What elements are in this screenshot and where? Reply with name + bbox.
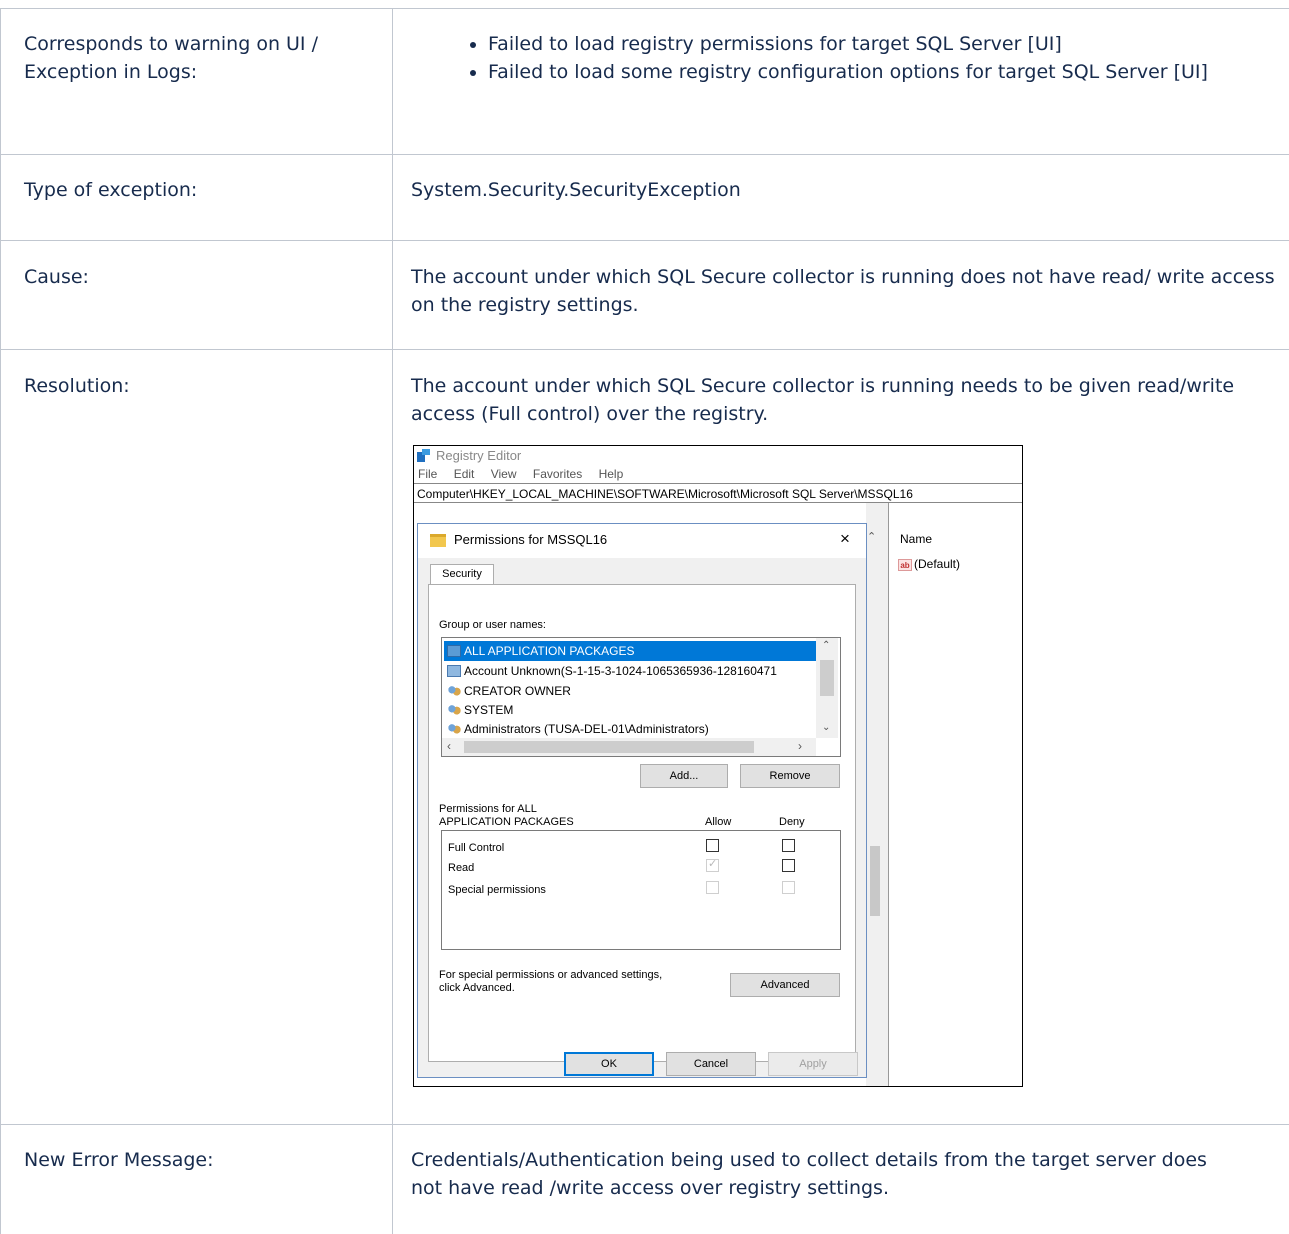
full-control-allow-checkbox[interactable] — [706, 839, 719, 852]
remove-button[interactable]: Remove — [740, 764, 840, 788]
list-item[interactable]: ALL APPLICATION PACKAGES — [444, 641, 816, 661]
list-item: Failed to load some registry configurati… — [488, 58, 1226, 86]
chevron-left-icon[interactable]: ‹ — [447, 739, 451, 753]
folder-icon — [430, 534, 446, 547]
table-column-divider — [392, 8, 393, 1234]
special-allow-checkbox — [706, 881, 719, 894]
group-icon — [447, 704, 461, 716]
menu-item-view[interactable]: View — [491, 467, 517, 481]
menu-item-file[interactable]: File — [418, 467, 437, 481]
table-row-divider — [0, 349, 1289, 350]
permissions-list: Full Control Read Special permissions — [441, 830, 841, 950]
chevron-down-icon[interactable]: ⌄ — [822, 722, 830, 733]
table-row-divider — [0, 8, 1289, 9]
tree-scrollbar-thumb[interactable] — [870, 846, 880, 916]
user-list[interactable]: ALL APPLICATION PACKAGES Account Unknown… — [441, 637, 841, 757]
permission-special: Special permissions — [448, 884, 546, 896]
menu-item-help[interactable]: Help — [599, 467, 624, 481]
exception-value: System.Security.SecurityException — [411, 179, 741, 201]
warning-label: Corresponds to warning on UI / Exception… — [24, 33, 318, 83]
registry-editor-screenshot: Registry Editor File Edit View Favorites… — [413, 445, 1023, 1087]
resolution-value: The account under which SQL Secure colle… — [411, 375, 1235, 425]
add-button[interactable]: Add... — [640, 764, 728, 788]
menu-item-edit[interactable]: Edit — [454, 467, 475, 481]
ok-button[interactable]: OK — [564, 1052, 654, 1076]
list-item[interactable]: Administrators (TUSA-DEL-01\Administrato… — [444, 719, 816, 739]
default-value-row[interactable]: ab (Default) — [898, 557, 960, 571]
advanced-hint: For special permissions or advanced sett… — [439, 969, 663, 994]
read-deny-checkbox[interactable] — [782, 859, 795, 872]
warning-list: Failed to load registry permissions for … — [466, 30, 1226, 86]
group-icon — [447, 723, 461, 735]
menu-bar: File Edit View Favorites Help — [414, 465, 1022, 483]
dialog-title: Permissions for MSSQL16 — [454, 532, 608, 547]
cancel-button[interactable]: Cancel — [666, 1052, 756, 1076]
list-item[interactable]: SYSTEM — [444, 700, 816, 720]
scroll-up-icon[interactable]: ⌃ — [867, 530, 876, 543]
window-title: Registry Editor — [436, 448, 522, 463]
permissions-for-label: Permissions for ALL APPLICATION PACKAGES — [439, 803, 574, 828]
package-icon — [447, 645, 461, 657]
security-tab-panel: Group or user names: ALL APPLICATION PAC… — [428, 584, 856, 1062]
list-item[interactable]: Account Unknown(S-1-15-3-1024-1065365936… — [444, 661, 816, 681]
group-user-names-label: Group or user names: — [439, 619, 546, 631]
default-value-name: (Default) — [914, 557, 961, 571]
dialog-titlebar: Permissions for MSSQL16 × — [418, 524, 866, 558]
scrollbar-thumb[interactable] — [820, 660, 834, 696]
advanced-button[interactable]: Advanced — [730, 973, 840, 997]
allow-header: Allow — [705, 816, 732, 828]
read-allow-checkbox[interactable] — [706, 857, 719, 872]
address-bar[interactable]: Computer\HKEY_LOCAL_MACHINE\SOFTWARE\Mic… — [414, 483, 1022, 503]
resolution-label: Resolution: — [24, 375, 130, 397]
tab-security[interactable]: Security — [430, 564, 494, 585]
apply-button: Apply — [768, 1052, 858, 1076]
chevron-right-icon[interactable]: › — [798, 739, 802, 753]
special-deny-checkbox — [782, 881, 795, 894]
values-header-name[interactable]: Name — [900, 532, 932, 546]
table-left-border — [0, 8, 1, 1234]
table-row-divider — [0, 1124, 1289, 1125]
account-icon — [447, 665, 461, 677]
close-icon[interactable]: × — [840, 529, 850, 549]
user-list-vscroll[interactable]: ⌃ ⌄ — [816, 638, 838, 738]
table-row-divider — [0, 240, 1289, 241]
pane-divider — [888, 503, 889, 1086]
permission-full-control: Full Control — [448, 842, 505, 854]
list-item: Failed to load registry permissions for … — [488, 30, 1226, 58]
scrollbar-thumb[interactable] — [464, 741, 754, 753]
menu-item-favorites[interactable]: Favorites — [533, 467, 582, 481]
permissions-dialog: Permissions for MSSQL16 × Security Group… — [417, 523, 867, 1078]
list-item[interactable]: CREATOR OWNER — [444, 681, 816, 701]
cause-value: The account under which SQL Secure colle… — [411, 266, 1275, 316]
group-icon — [447, 685, 461, 697]
exception-label: Type of exception: — [24, 179, 198, 201]
user-list-hscroll[interactable]: ‹ › — [442, 738, 816, 756]
string-value-icon: ab — [898, 558, 912, 571]
chevron-up-icon[interactable]: ⌃ — [822, 640, 830, 651]
cause-label: Cause: — [24, 266, 89, 288]
full-control-deny-checkbox[interactable] — [782, 839, 795, 852]
new-error-label: New Error Message: — [24, 1149, 214, 1171]
table-row-divider — [0, 154, 1289, 155]
deny-header: Deny — [779, 816, 805, 828]
new-error-value: Credentials/Authentication being used to… — [411, 1149, 1207, 1199]
permission-read: Read — [448, 862, 475, 874]
tree-scrollbar[interactable] — [866, 503, 888, 1086]
